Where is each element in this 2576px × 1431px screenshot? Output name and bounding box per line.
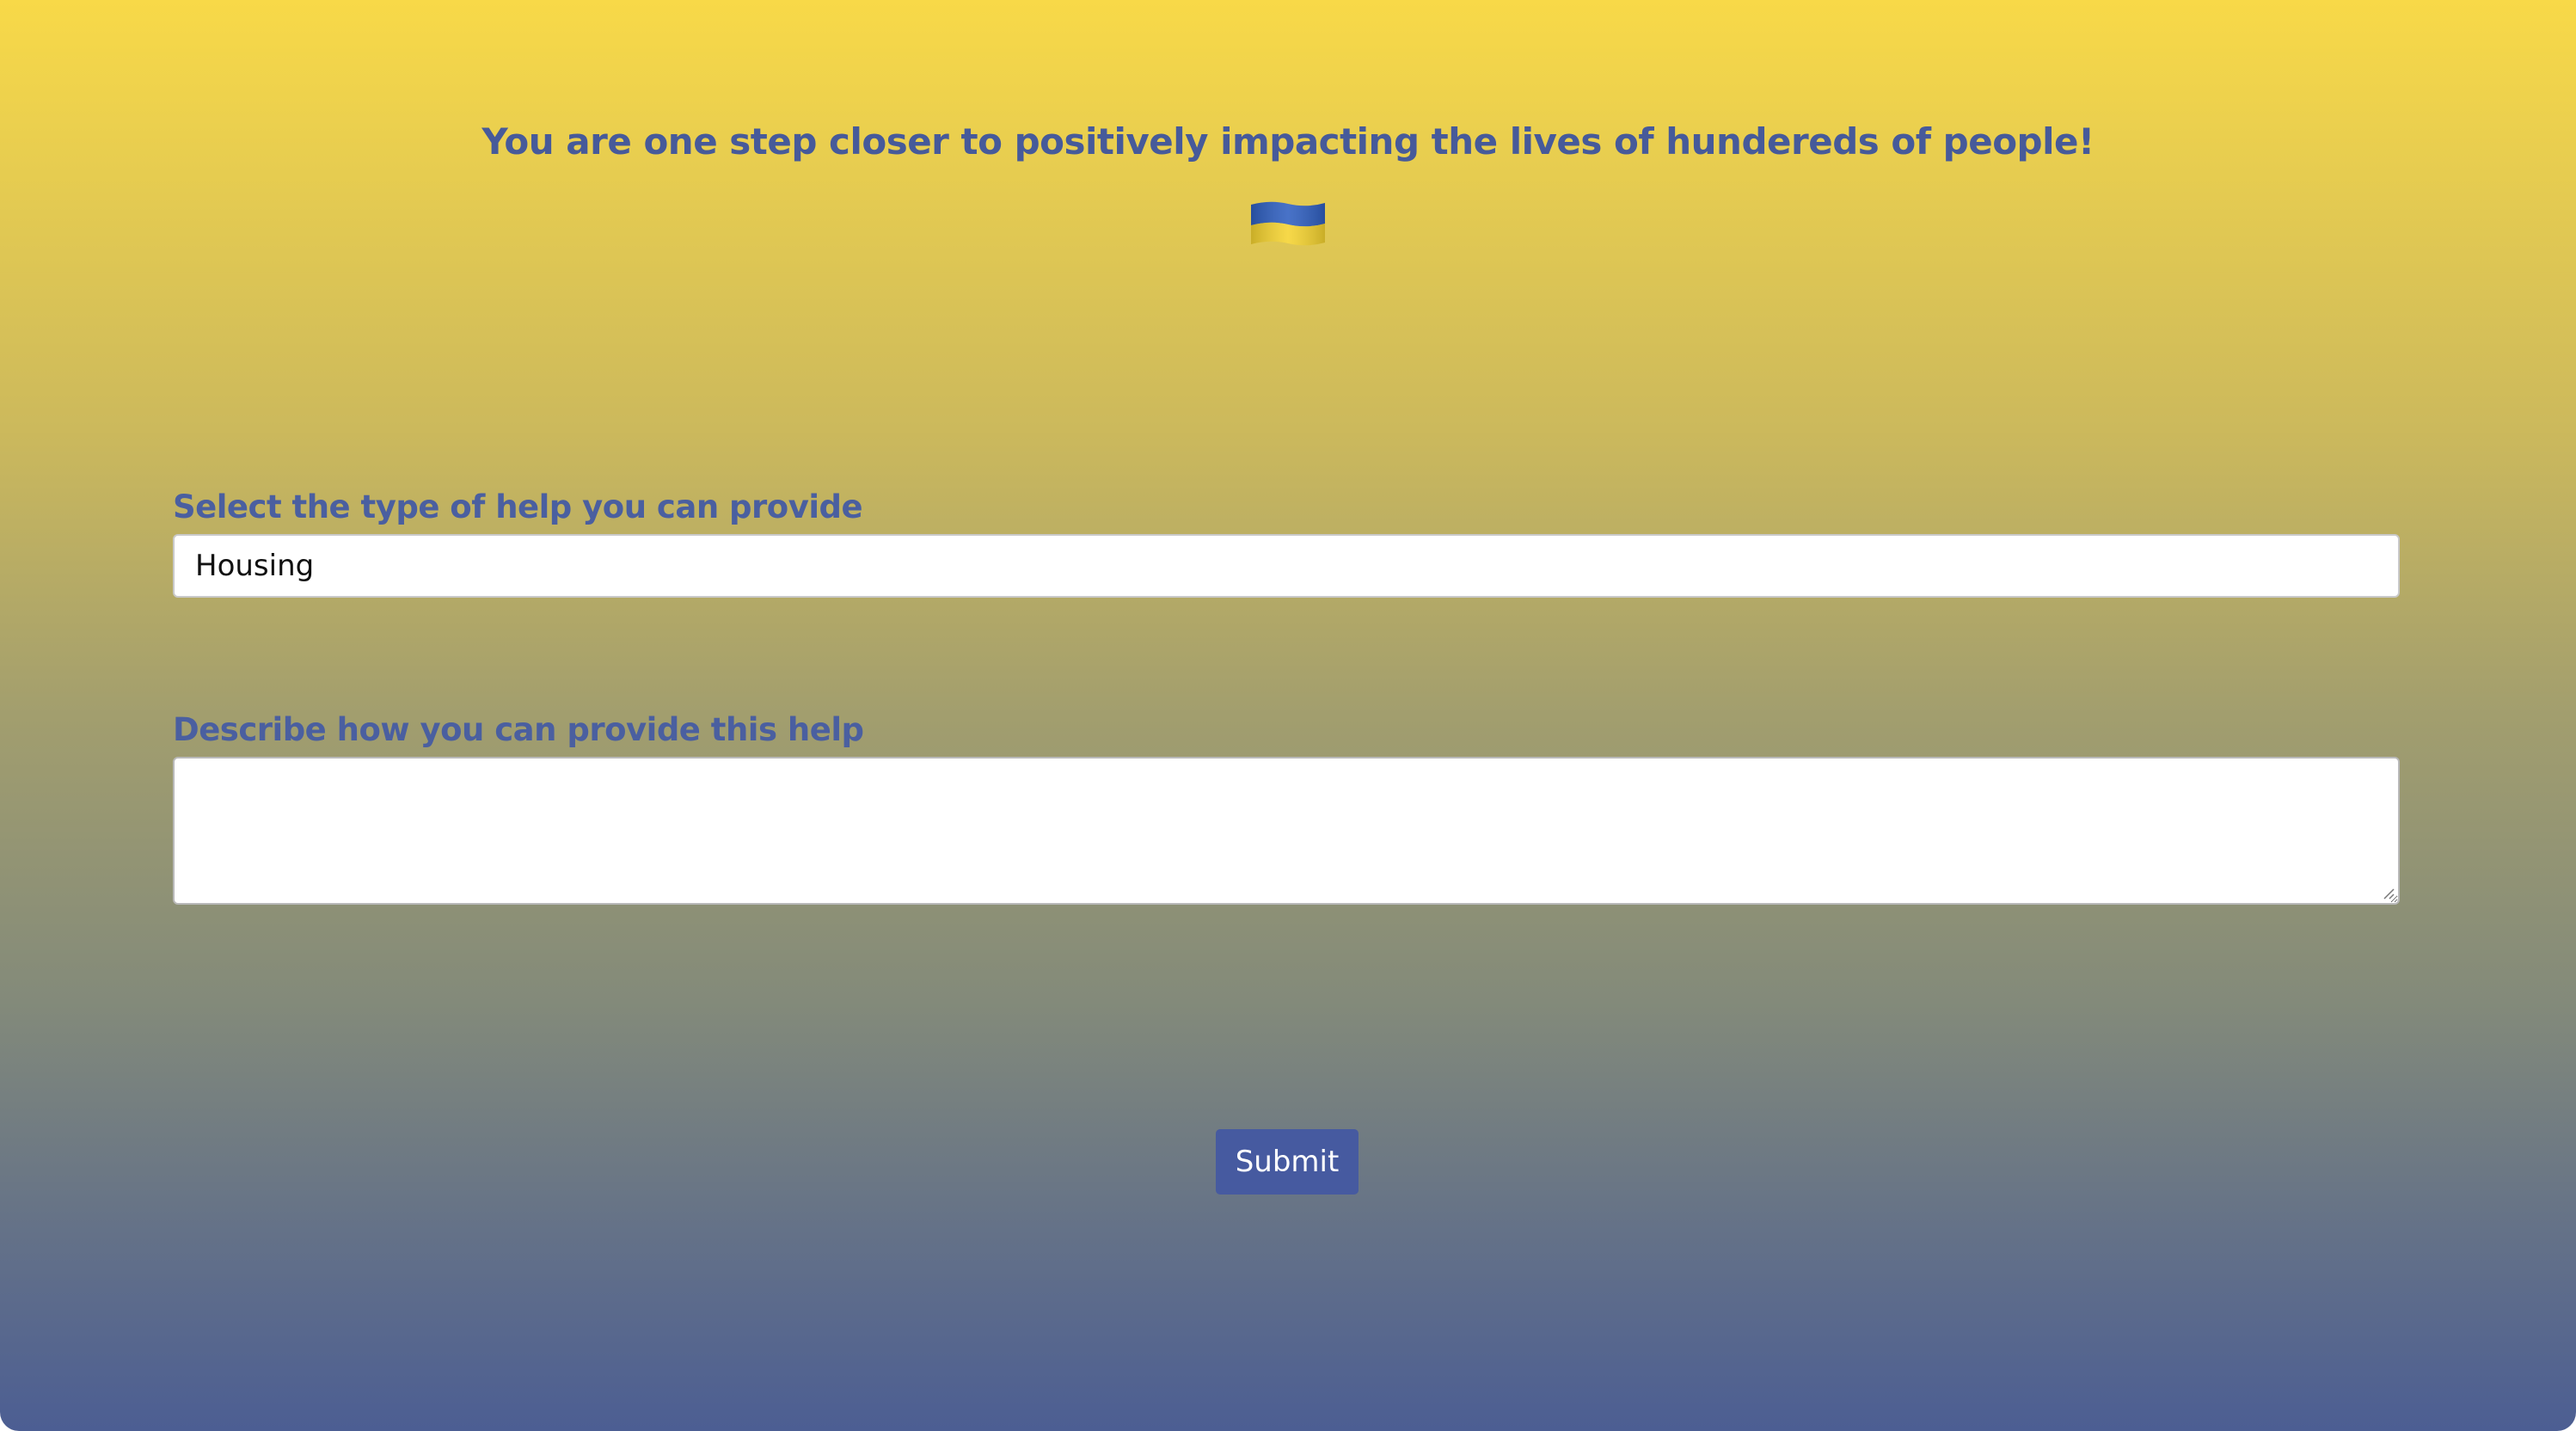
help-type-select[interactable]: Housing [173,534,2400,598]
description-textarea[interactable] [173,757,2400,905]
page-title: You are one step closer to positively im… [481,120,2095,163]
submit-button[interactable]: Submit [1216,1129,1359,1195]
help-type-label: Select the type of help you can provide [173,488,863,525]
resize-handle-icon[interactable] [2381,886,2395,900]
ukraine-flag-icon [1251,201,1325,246]
description-label: Describe how you can provide this help [173,711,864,748]
help-type-selected-value: Housing [195,549,315,583]
page-background: You are one step closer to positively im… [0,0,2576,1431]
